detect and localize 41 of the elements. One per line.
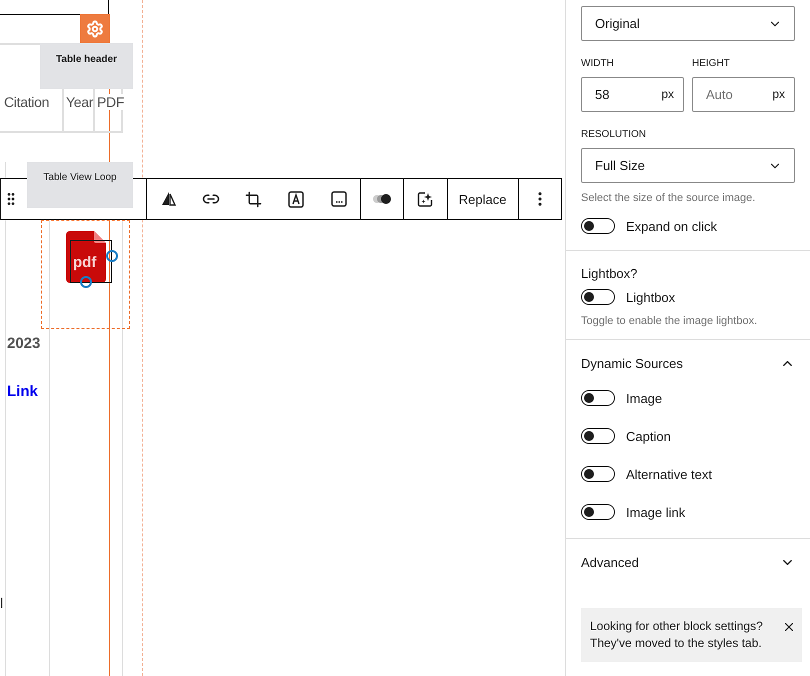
toggle-label: Image link [626,504,686,520]
toggle-label: Lightbox [626,290,676,304]
toggle-switch[interactable] [581,218,615,234]
toggle-label: Alternative text [626,466,712,482]
field-label: WIDTH [581,58,615,69]
notice-text: Looking for other block settings? They've moved to the styles tab. [590,618,764,652]
field-label: RESOLUTION [581,129,648,140]
help-text: Toggle to enable the image lightbox. [581,315,758,327]
year-text: 2023 [7,335,40,352]
toggle-switch[interactable] [581,428,615,444]
icon-text: pdf [73,255,96,270]
unit-label: px [661,87,674,101]
pdf-link[interactable]: Link [7,383,38,400]
column-header: PDF [97,94,124,110]
toggle-label: Caption [626,428,671,444]
block-label: Table View Loop [27,162,133,208]
toggle-switch[interactable] [581,504,615,520]
unit-label: px [772,87,785,101]
column-header: Citation [4,94,50,110]
resolution-select[interactable]: Full Size [581,148,795,183]
section-header[interactable]: Advanced [581,555,795,570]
settings-button[interactable] [80,14,110,43]
toggle-label: Image [626,390,662,406]
section-title: Lightbox? [581,266,638,281]
column-header: Year [66,94,94,110]
help-text: Select the size of the source image. [581,192,756,204]
resize-handle[interactable] [80,276,92,288]
field-label: HEIGHT [692,58,731,69]
pdf-file-icon [66,231,106,283]
toggle-switch[interactable] [581,289,615,305]
toggle-label: Expand on click [626,218,718,234]
size-select[interactable]: Original [581,6,795,41]
toggle-switch[interactable] [581,466,615,482]
block-label: Table header [40,43,133,89]
gear-icon [86,20,104,38]
resize-handle[interactable] [106,250,118,262]
section-header[interactable]: Dynamic Sources [581,356,795,371]
cell-text: l [0,595,4,611]
close-icon[interactable] [782,620,796,634]
toggle-switch[interactable] [581,390,615,406]
replace-button[interactable]: Replace [448,179,518,219]
